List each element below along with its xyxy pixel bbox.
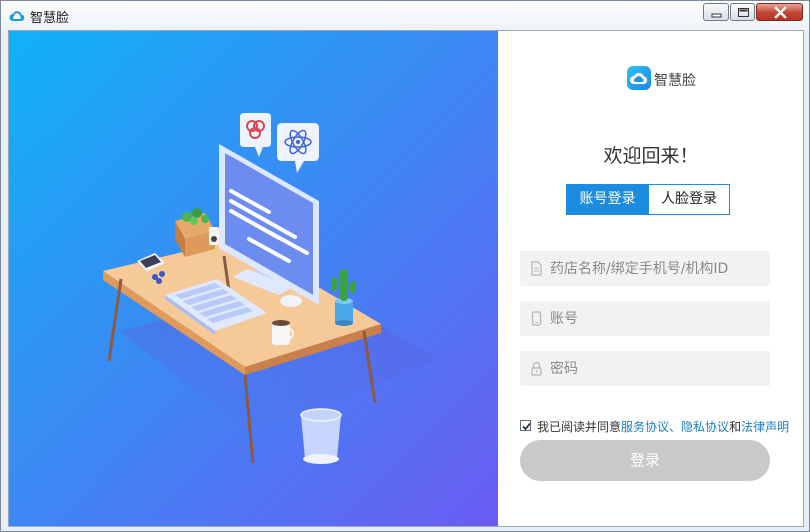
maximize-icon: [738, 8, 749, 17]
maximize-button[interactable]: [730, 3, 755, 21]
legal-statement-link[interactable]: 法律声明: [741, 420, 789, 434]
agree-checkbox[interactable]: [520, 420, 531, 431]
brand-name: 智慧脸: [654, 73, 696, 89]
title-bar[interactable]: 智慧脸: [1, 1, 809, 30]
document-icon: [529, 261, 543, 276]
agreement-text: 我已阅读并同意服务协议、隐私协议和法律声明: [537, 418, 789, 435]
password-field: [520, 351, 770, 386]
account-field: [520, 301, 770, 336]
password-input[interactable]: [550, 351, 764, 386]
trash-bin: [300, 408, 342, 464]
tab-account-login[interactable]: 账号登录: [567, 185, 648, 214]
login-panel: 智慧脸 欢迎回来！ 账号登录 人脸登录 药店名称/绑定手机号/机构ID 账号 我…: [498, 31, 803, 526]
speaker: [209, 227, 219, 245]
tab-face-login[interactable]: 人脸登录: [648, 185, 729, 214]
cloud-logo-icon: [9, 8, 25, 22]
close-icon: [774, 6, 787, 19]
app-window: 智慧脸 智慧脸 欢迎回来！ 账号登录 人脸登录 药店名称/绑定手机号/机构ID …: [0, 0, 810, 532]
cloud-logo-icon: [627, 66, 651, 90]
agreement-separator: 、: [669, 420, 682, 434]
workspace-illustration: [9, 31, 498, 526]
agreement-prefix: 我已阅读并同意: [537, 420, 622, 434]
lock-icon: [529, 361, 543, 376]
login-button[interactable]: 登录: [520, 440, 770, 481]
service-agreement-link[interactable]: 服务协议: [621, 420, 669, 434]
agreement-and: 和: [729, 420, 742, 434]
illustration-panel: [9, 31, 498, 526]
mouse: [280, 295, 302, 307]
store-field: [520, 251, 770, 286]
close-button[interactable]: [756, 3, 803, 21]
store-input[interactable]: [550, 251, 764, 286]
account-input[interactable]: [550, 301, 764, 336]
minimize-button[interactable]: [703, 3, 729, 21]
window-title: 智慧脸: [30, 11, 70, 26]
client-area: 智慧脸 欢迎回来！ 账号登录 人脸登录 药店名称/绑定手机号/机构ID 账号 我…: [8, 30, 804, 527]
welcome-heading: 欢迎回来！: [603, 145, 699, 167]
minimize-icon: [711, 13, 722, 18]
checkmark-icon: [522, 422, 531, 431]
phone-icon: [529, 311, 543, 326]
privacy-agreement-link[interactable]: 隐私协议: [681, 420, 729, 434]
login-tabs: 账号登录 人脸登录: [566, 184, 730, 215]
